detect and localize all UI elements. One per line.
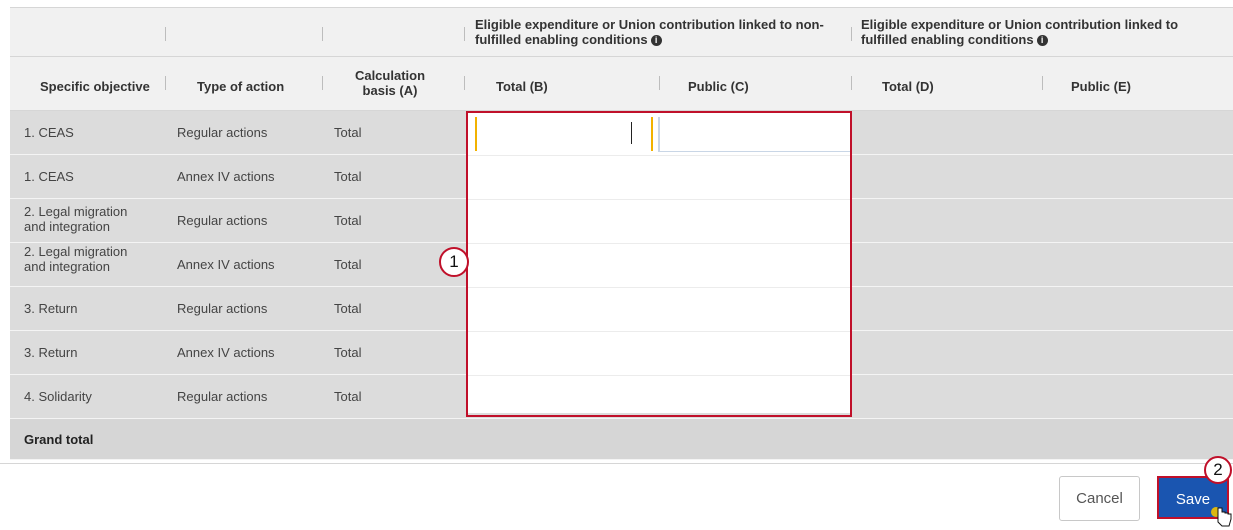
non-fulfilled-header-line1: Eligible expenditure or Union contributi… [475,17,824,32]
callout-1: 1 [439,247,469,277]
calc-basis-line1: Calculation [354,68,426,83]
callout-2: 2 [1204,456,1232,484]
row-objective-line1: 2. Legal migration [24,204,128,219]
group-header-row: Eligible expenditure or Union contributi… [10,7,1233,56]
cancel-button[interactable]: Cancel [1059,476,1140,521]
header-separator [464,27,465,41]
hand-cursor-icon [1211,507,1232,527]
fulfilled-group-header: Eligible expenditure or Union contributi… [861,17,1231,47]
highlight-box [466,111,852,417]
row-basis: Total [334,257,362,272]
footer-bar [0,463,1233,530]
row-type: Regular actions [177,213,268,228]
info-icon[interactable]: i [650,35,662,47]
row-basis: Total [334,213,362,228]
column-separator [659,76,660,90]
row-objective: 2. Legal migration and integration [24,204,127,234]
column-header-row: Specific objective Type of action Calcul… [10,56,1233,111]
row-type: Annex IV actions [177,169,275,184]
row-type: Regular actions [177,125,268,140]
calc-basis-line2: basis (A) [362,83,418,98]
row-objective-line1: 2. Legal migration [24,244,128,259]
row-objective: 3. Return [24,345,78,360]
row-basis: Total [334,125,362,140]
grand-total-label: Grand total [24,432,94,447]
row-objective-line2: and integration [24,259,111,274]
col-specific-objective: Specific objective [40,79,150,94]
column-separator [464,76,465,90]
row-basis: Total [334,389,362,404]
grand-total-row: Grand total [10,419,1233,460]
row-basis: Total [334,301,362,316]
row-objective: 4. Solidarity [24,389,92,404]
header-separator [165,27,166,41]
row-objective: 1. CEAS [24,125,74,140]
non-fulfilled-header-line2: fulfilled enabling conditions i [475,32,845,47]
row-basis: Total [334,169,362,184]
row-type: Annex IV actions [177,345,275,360]
column-separator [165,76,166,90]
column-separator [851,76,852,90]
fulfilled-header-line1: Eligible expenditure or Union contributi… [861,17,1179,32]
non-fulfilled-header-line2-text: fulfilled enabling conditions [475,32,648,47]
col-total-b: Total (B) [496,79,548,94]
row-type: Regular actions [177,389,268,404]
col-type-of-action: Type of action [197,79,285,94]
column-separator [322,76,323,90]
row-basis: Total [334,345,362,360]
col-calculation-basis: Calculation basis (A) [350,68,430,98]
row-objective-line2: and integration [24,219,111,234]
row-objective: 2. Legal migration and integration [24,244,127,274]
col-public-c: Public (C) [688,79,749,94]
column-separator [1042,76,1043,90]
fulfilled-header-line2-text: fulfilled enabling conditions [861,32,1034,47]
col-public-e: Public (E) [1071,79,1131,94]
row-type: Regular actions [177,301,268,316]
header-separator [851,27,852,41]
row-objective: 1. CEAS [24,169,74,184]
col-total-d: Total (D) [882,79,934,94]
non-fulfilled-group-header: Eligible expenditure or Union contributi… [475,17,845,47]
row-type: Annex IV actions [177,257,275,272]
fulfilled-header-line2: fulfilled enabling conditions i [861,32,1231,47]
info-icon[interactable]: i [1036,35,1048,47]
row-objective: 3. Return [24,301,78,316]
header-separator [322,27,323,41]
